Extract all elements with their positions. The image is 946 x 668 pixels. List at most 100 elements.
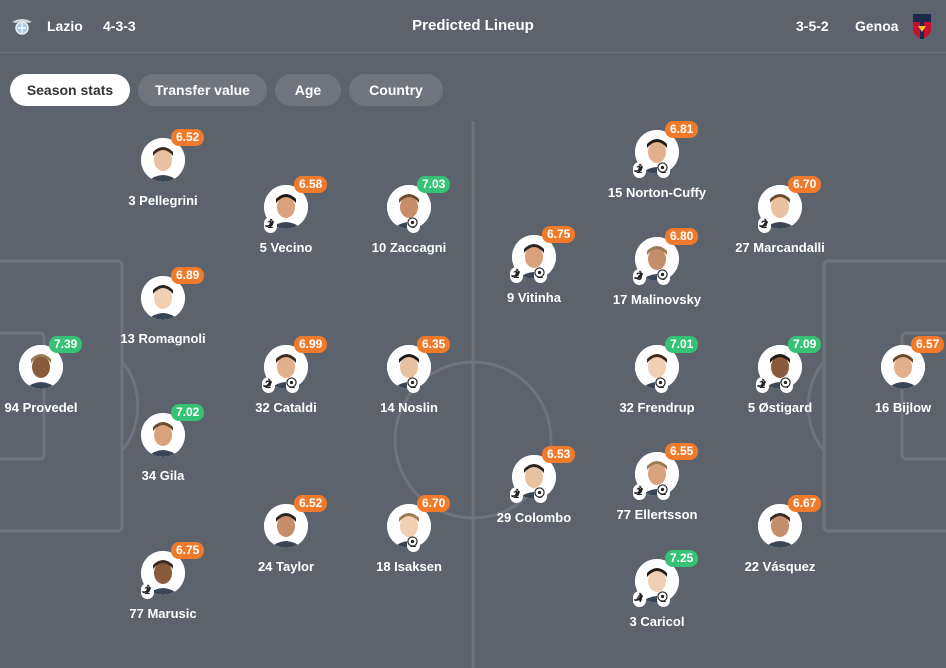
player-name: 22 Vásquez xyxy=(744,559,816,574)
player-rating-badge: 7.03 xyxy=(417,176,451,193)
goals-badge: 5 xyxy=(534,487,548,503)
boot-icon xyxy=(633,592,644,602)
genoa-crest-icon xyxy=(913,14,931,39)
ball-icon xyxy=(657,162,668,173)
goals-badge: 1 xyxy=(657,162,671,178)
player-name: 9 Vitinha xyxy=(507,290,561,305)
player-rating-badge: 7.25 xyxy=(665,550,699,567)
ball-icon xyxy=(655,377,666,388)
player-rating-badge: 6.99 xyxy=(294,336,328,353)
boot-icon xyxy=(510,488,521,498)
goals-badge: 1 xyxy=(657,591,671,607)
player-name: 5 Vecino xyxy=(259,240,313,255)
ball-icon xyxy=(286,377,297,388)
assists-badge: 1 xyxy=(756,377,770,393)
player-name: 3 Pellegrini xyxy=(128,193,198,208)
stats-tab-bar: Season stats Transfer value Age Country xyxy=(0,53,946,121)
goals-badge: 4 xyxy=(780,377,794,393)
player-name: 17 Malinovsky xyxy=(612,292,702,307)
player-rating-badge: 6.70 xyxy=(788,176,822,193)
player-rating-badge: 7.39 xyxy=(49,336,83,353)
boot-icon xyxy=(510,268,521,278)
player-name: 24 Taylor xyxy=(257,559,315,574)
player-rating-badge: 6.57 xyxy=(911,336,945,353)
player-name: 14 Noslin xyxy=(380,400,438,415)
goals-badge: 3 xyxy=(407,217,421,233)
boot-icon xyxy=(262,378,273,388)
player-rating-badge: 6.52 xyxy=(294,495,328,512)
player-name: 13 Romagnoli xyxy=(120,331,206,346)
player-rating-badge: 6.52 xyxy=(171,129,205,146)
ball-icon xyxy=(657,484,668,495)
player-rating-badge: 6.89 xyxy=(171,267,205,284)
ball-icon xyxy=(657,591,668,602)
ball-icon xyxy=(407,217,418,228)
tab-age[interactable]: Age xyxy=(275,74,341,106)
player-name: 34 Gila xyxy=(141,468,185,483)
assists-badge: 4 xyxy=(633,591,647,607)
boot-icon xyxy=(633,270,644,280)
player-name: 27 Marcandalli xyxy=(735,240,825,255)
player-name: 5 Østigard xyxy=(747,400,813,415)
player-rating-badge: 6.67 xyxy=(788,495,822,512)
player-rating-badge: 6.58 xyxy=(294,176,328,193)
ball-icon xyxy=(534,487,545,498)
boot-icon xyxy=(756,378,767,388)
goals-badge: 2 xyxy=(534,267,548,283)
assists-badge: 1 xyxy=(510,267,524,283)
assists-badge: 2 xyxy=(262,377,276,393)
goals-badge: 1 xyxy=(657,484,671,500)
player-rating-badge: 6.53 xyxy=(542,446,576,463)
player-name: 77 Marusic xyxy=(129,606,197,621)
goals-badge: 2 xyxy=(407,377,421,393)
ball-icon xyxy=(407,377,418,388)
ball-icon xyxy=(780,377,791,388)
pitch: 6.52 3 Pellegrini 6.58 1 5 Vecino 7.03 3 10 Zac… xyxy=(0,121,946,668)
player-name: 18 Isaksen xyxy=(376,559,442,574)
player-rating-badge: 6.81 xyxy=(665,121,699,138)
ball-icon xyxy=(657,269,668,280)
player-rating-badge: 6.35 xyxy=(417,336,451,353)
player-rating-badge: 7.02 xyxy=(171,404,205,421)
assists-badge: 1 xyxy=(141,583,155,599)
player-name: 10 Zaccagni xyxy=(371,240,447,255)
assists-badge: 2 xyxy=(758,217,772,233)
player-rating-badge: 6.55 xyxy=(665,443,699,460)
away-team-name[interactable]: Genoa xyxy=(855,18,899,34)
player-name: 77 Ellertsson xyxy=(616,507,698,522)
player-name: 29 Colombo xyxy=(496,510,572,525)
tab-transfer-value[interactable]: Transfer value xyxy=(138,74,267,106)
player-rating-badge: 6.75 xyxy=(542,226,576,243)
boot-icon xyxy=(141,584,152,594)
goals-badge: 2 xyxy=(286,377,300,393)
assists-badge: 1 xyxy=(510,487,524,503)
tab-season-stats[interactable]: Season stats xyxy=(10,74,130,106)
away-formation: 3-5-2 xyxy=(796,18,829,34)
player-rating-badge: 7.09 xyxy=(788,336,822,353)
assists-badge: 3 xyxy=(633,269,647,285)
assists-badge: 1 xyxy=(633,484,647,500)
player-name: 94 Provedel xyxy=(4,400,78,415)
assists-badge: 1 xyxy=(264,217,278,233)
goals-badge: 1 xyxy=(655,377,669,393)
player-name: 15 Norton-Cuffy xyxy=(607,185,707,200)
assists-badge: 1 xyxy=(633,162,647,178)
player-rating-badge: 6.75 xyxy=(171,542,205,559)
player-name: 16 Bijlow xyxy=(874,400,932,415)
player-rating-badge: 6.70 xyxy=(417,495,451,512)
player-name: 32 Frendrup xyxy=(619,400,695,415)
ball-icon xyxy=(407,536,418,547)
ball-icon xyxy=(534,267,545,278)
boot-icon xyxy=(264,218,275,228)
player-rating-badge: 6.80 xyxy=(665,228,699,245)
tab-country[interactable]: Country xyxy=(349,74,443,106)
goals-badge: 2 xyxy=(407,536,421,552)
lineup-header: Lazio 4-3-3 Predicted Lineup 3-5-2 Genoa xyxy=(0,0,946,52)
boot-icon xyxy=(633,485,644,495)
player-rating-badge: 7.01 xyxy=(665,336,699,353)
player-name: 3 Caricol xyxy=(629,614,685,629)
player-name: 32 Cataldi xyxy=(255,400,317,415)
boot-icon xyxy=(758,218,769,228)
boot-icon xyxy=(633,163,644,173)
goals-badge: 3 xyxy=(657,269,671,285)
